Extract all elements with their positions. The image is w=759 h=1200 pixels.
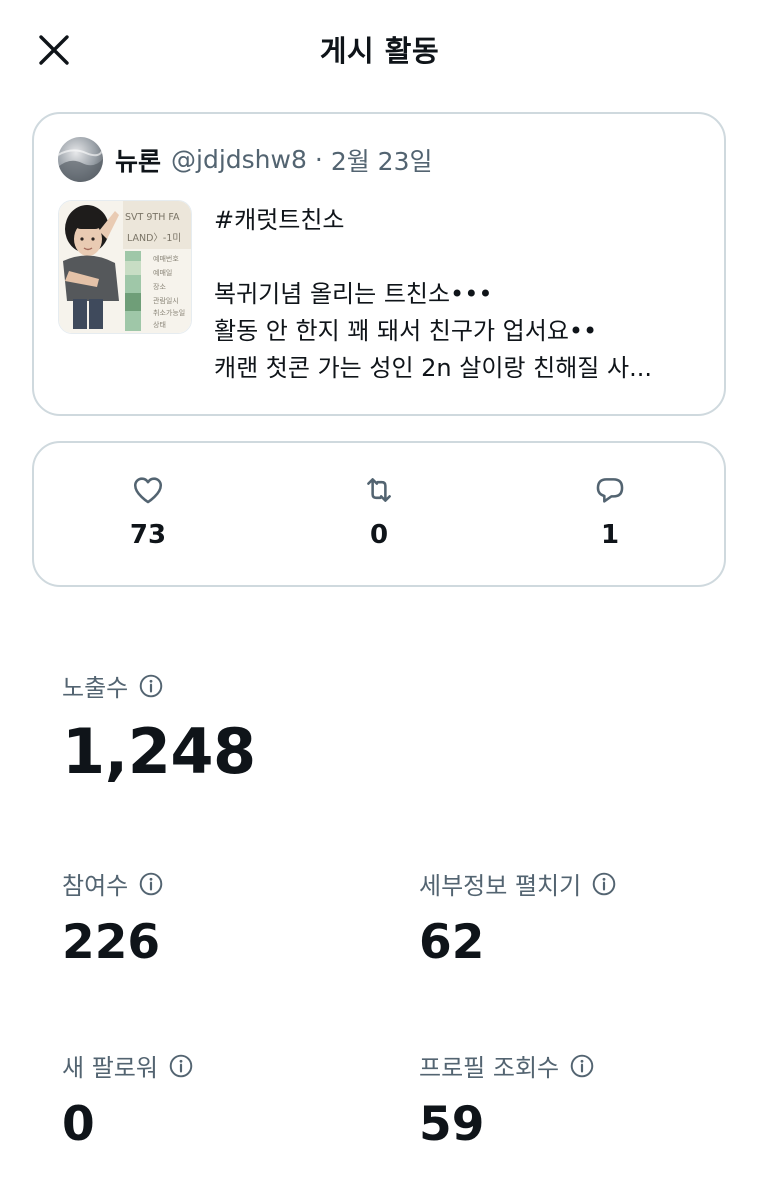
engagements-metric: 참여수 226 <box>62 866 164 966</box>
post-hashtag[interactable]: #캐럿트친소 <box>214 202 714 239</box>
post-line: 활동 안 한지 꽤 돼서 친구가 업서요•• <box>214 317 598 345</box>
page-title: 게시 활동 <box>319 34 440 68</box>
post-blank-line <box>214 239 714 276</box>
engagements-value: 226 <box>62 915 161 970</box>
author-name[interactable]: 뉴론 <box>115 142 161 178</box>
thumbnail-field-5: 취소가능일 <box>153 308 185 317</box>
separator-dot: · <box>314 145 323 174</box>
info-icon[interactable] <box>569 1053 595 1079</box>
detail-expands-metric: 세부정보 펼치기 62 <box>419 866 617 966</box>
info-icon[interactable] <box>591 871 617 897</box>
thumbnail-field-1: 예매번호 <box>153 254 179 263</box>
profile-visits-metric: 프로필 조회수 59 <box>419 1048 595 1148</box>
post-date: 2월 23일 <box>330 146 433 176</box>
avatar-image <box>58 137 103 182</box>
profile-visits-label: 프로필 조회수 <box>419 1054 560 1082</box>
thumbnail-field-3: 장소 <box>153 282 166 291</box>
profile-visits-value: 59 <box>419 1097 485 1152</box>
likes-count: 73 <box>129 520 167 550</box>
thumbnail-field-2: 예매일 <box>153 268 172 277</box>
info-icon[interactable] <box>138 673 164 699</box>
thumbnail-image: SVT 9TH FA LAND〉-1미 예매번호 예매일 장소 관람일시 취소가… <box>59 201 191 333</box>
replies-count: 1 <box>600 520 620 550</box>
retweets-stat[interactable]: 0 <box>319 473 439 550</box>
post-line: 복귀기념 올리는 트친소••• <box>214 280 493 308</box>
info-icon[interactable] <box>138 871 164 897</box>
author-handle[interactable]: @jdjdshw8 <box>171 145 307 174</box>
impressions-value: 1,248 <box>62 715 256 788</box>
thumbnail-text-2: LAND〉-1미 <box>127 233 181 244</box>
replies-stat[interactable]: 1 <box>550 473 670 550</box>
post-card[interactable]: 뉴론 @jdjdshw8 · 2월 23일 SVT 9TH FA LAND〉-1… <box>32 112 726 416</box>
heart-icon <box>133 477 163 504</box>
engagement-card: 73 0 1 <box>32 441 726 587</box>
post-line: 캐랜 첫콘 가는 성인 2n 살이랑 친해질 사... <box>214 354 652 382</box>
thumbnail-field-4: 관람일시 <box>153 296 179 305</box>
thumbnail-field-6: 상태 <box>153 320 166 329</box>
new-followers-metric: 새 팔로워 0 <box>62 1048 194 1148</box>
post-header: 뉴론 @jdjdshw8 · 2월 23일 <box>58 137 433 182</box>
post-text[interactable]: #캐럿트친소 복귀기념 올리는 트친소••• 활동 안 한지 꽤 돼서 친구가 … <box>214 202 714 387</box>
impressions-label: 노출수 <box>62 674 129 702</box>
retweet-icon <box>367 478 391 502</box>
post-thumbnail[interactable]: SVT 9TH FA LAND〉-1미 예매번호 예매일 장소 관람일시 취소가… <box>58 200 192 334</box>
detail-expands-label: 세부정보 펼치기 <box>419 872 582 900</box>
thumbnail-text-1: SVT 9TH FA <box>125 212 180 223</box>
likes-stat[interactable]: 73 <box>88 473 208 550</box>
reply-icon <box>596 478 624 503</box>
detail-expands-value: 62 <box>419 915 485 970</box>
new-followers-label: 새 팔로워 <box>62 1054 158 1082</box>
impressions-metric: 노출수 1,248 <box>62 668 256 783</box>
new-followers-value: 0 <box>62 1097 95 1152</box>
info-icon[interactable] <box>168 1053 194 1079</box>
header: 게시 활동 <box>0 0 759 100</box>
retweets-count: 0 <box>369 520 389 550</box>
avatar[interactable] <box>58 137 103 182</box>
engagements-label: 참여수 <box>62 872 129 900</box>
